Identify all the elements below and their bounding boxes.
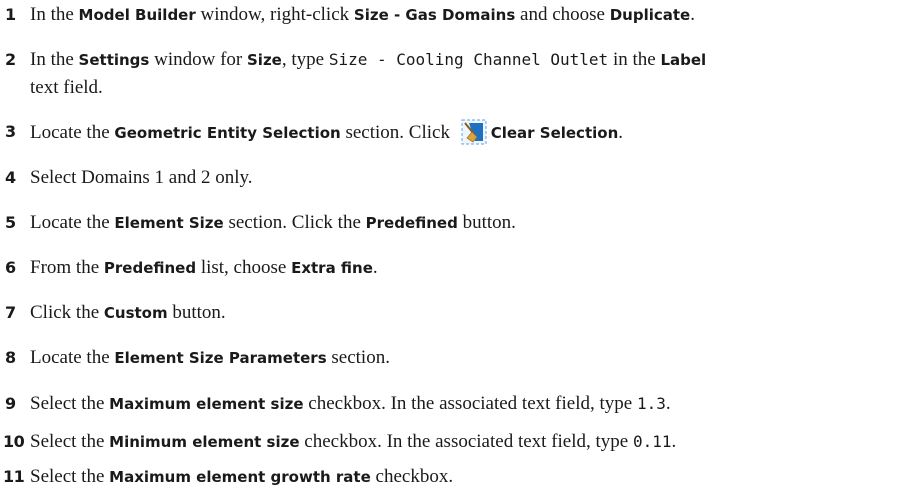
- step-number: 5: [5, 213, 16, 232]
- element-size-parameters-ref: Element Size Parameters: [114, 349, 327, 367]
- step-number: 4: [5, 168, 16, 187]
- maximum-element-growth-rate-ref: Maximum element growth rate: [109, 468, 371, 486]
- duplicate-ref: Duplicate: [609, 6, 691, 24]
- clear-selection-icon: [461, 119, 487, 145]
- step-number: 9: [5, 394, 16, 413]
- custom-ref: Custom: [103, 304, 168, 322]
- size-ref: Size: [247, 51, 282, 69]
- element-size-ref: Element Size: [114, 214, 224, 232]
- step-number: 6: [5, 258, 16, 277]
- step-text: Locate the Element Size section. Click t…: [30, 212, 516, 233]
- geometric-entity-selection-ref: Geometric Entity Selection: [114, 124, 341, 142]
- step-text: Select Domains 1 and 2 only.: [30, 167, 253, 188]
- maximum-element-size-ref: Maximum element size: [109, 395, 304, 413]
- value-code: 0.11: [632, 432, 672, 451]
- step-text: Select the Maximum element growth rate c…: [30, 466, 454, 487]
- label-value-code: Size - Cooling Channel Outlet: [328, 50, 609, 69]
- step-text: In the Settings window for Size, type Si…: [30, 49, 707, 70]
- step-text: From the Predefined list, choose Extra f…: [30, 257, 378, 278]
- model-builder-ref: Model Builder: [78, 6, 196, 24]
- value-code: 1.3: [636, 394, 666, 413]
- settings-ref: Settings: [78, 51, 150, 69]
- step-text-continued: text field.: [30, 77, 103, 98]
- step-text: Locate the Element Size Parameters secti…: [30, 347, 390, 368]
- step-text: Select the Minimum element size checkbox…: [30, 431, 677, 452]
- step-text: In the Model Builder window, right-click…: [30, 4, 695, 25]
- step-number: 1: [5, 5, 16, 24]
- step-text: Select the Maximum element size checkbox…: [30, 393, 671, 414]
- step-number: 8: [5, 348, 16, 367]
- step-number: 3: [5, 122, 16, 141]
- label-ref: Label: [660, 51, 707, 69]
- step-text: Click the Custom button.: [30, 302, 226, 323]
- predefined-ref: Predefined: [365, 214, 458, 232]
- extra-fine-ref: Extra fine: [291, 259, 373, 277]
- predefined-list-ref: Predefined: [103, 259, 197, 277]
- size-gas-domains-ref: Size - Gas Domains: [353, 6, 516, 24]
- minimum-element-size-ref: Minimum element size: [109, 433, 300, 451]
- step-number: 10: [3, 432, 25, 451]
- step-number: 7: [5, 303, 16, 322]
- step-text: Locate the Geometric Entity Selection se…: [30, 119, 906, 146]
- step-number: 11: [3, 467, 25, 486]
- clear-selection-ref: Clear Selection: [490, 124, 619, 142]
- step-number: 2: [5, 50, 16, 69]
